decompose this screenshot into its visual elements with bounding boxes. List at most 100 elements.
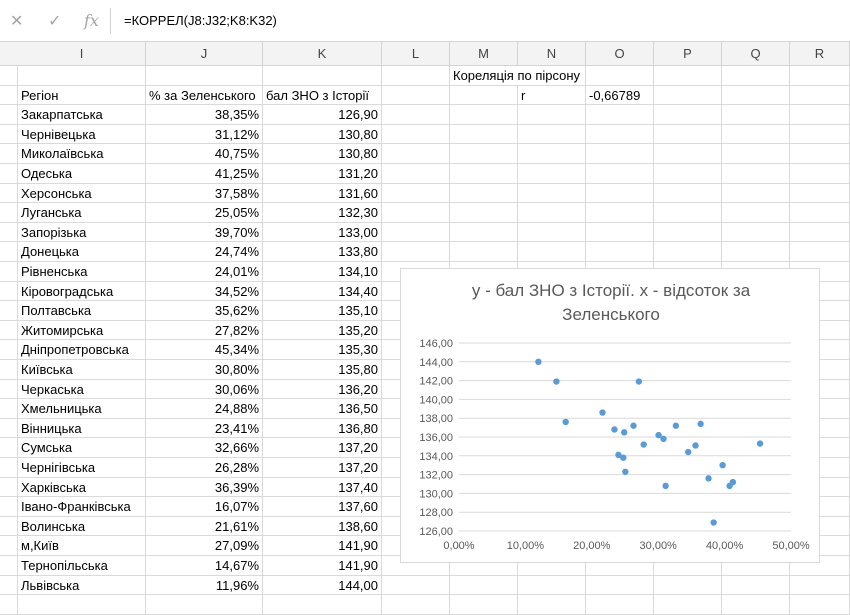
cell[interactable]: Чернігівська [18, 458, 146, 478]
cell[interactable]: 126,90 [263, 105, 382, 125]
cell[interactable]: 25,05% [146, 203, 263, 223]
cell[interactable] [382, 124, 450, 145]
cell[interactable] [0, 340, 18, 360]
cell[interactable]: 24,01% [146, 262, 263, 282]
cell[interactable]: 36,39% [146, 477, 263, 498]
cell[interactable] [0, 477, 18, 498]
cell[interactable]: Луганська [18, 203, 146, 223]
cell[interactable] [0, 516, 18, 537]
cell[interactable] [518, 595, 586, 615]
cell[interactable] [586, 203, 654, 223]
cell[interactable] [0, 242, 18, 262]
cell[interactable] [586, 144, 654, 164]
cell[interactable]: Запорізька [18, 222, 146, 243]
cell[interactable] [722, 595, 790, 615]
column-header-n[interactable]: N [518, 42, 586, 65]
cell[interactable] [382, 183, 450, 204]
cell[interactable] [518, 124, 586, 145]
cell[interactable] [586, 124, 654, 145]
cell[interactable]: 30,06% [146, 379, 263, 400]
cell[interactable]: 45,34% [146, 340, 263, 360]
cell[interactable]: 27,82% [146, 320, 263, 341]
cell[interactable]: 137,40 [263, 477, 382, 498]
cell[interactable] [586, 242, 654, 262]
cell[interactable] [450, 85, 518, 106]
cell[interactable] [0, 556, 18, 576]
cell[interactable] [0, 144, 18, 164]
cell[interactable] [586, 575, 654, 596]
cell[interactable]: 136,80 [263, 418, 382, 439]
cell[interactable] [0, 418, 18, 439]
cell[interactable] [722, 85, 790, 106]
cell[interactable]: Одеська [18, 164, 146, 184]
cell[interactable] [0, 85, 18, 106]
cell[interactable] [450, 105, 518, 125]
cell[interactable]: Дніпропетровська [18, 340, 146, 360]
cell[interactable] [0, 183, 18, 204]
cell[interactable] [382, 242, 450, 262]
cell[interactable] [654, 575, 722, 596]
cell[interactable]: 135,20 [263, 320, 382, 341]
cell[interactable]: Рівненська [18, 262, 146, 282]
cell[interactable] [722, 164, 790, 184]
cell[interactable] [382, 203, 450, 223]
cell[interactable] [654, 164, 722, 184]
cell[interactable] [518, 183, 586, 204]
column-header-p[interactable]: P [654, 42, 722, 65]
cell[interactable] [0, 301, 18, 321]
cell[interactable] [0, 497, 18, 517]
cell[interactable] [586, 222, 654, 243]
cell[interactable] [146, 66, 263, 86]
cell[interactable] [518, 203, 586, 223]
cell[interactable] [722, 242, 790, 262]
cell[interactable] [0, 575, 18, 596]
cell[interactable] [0, 124, 18, 145]
cell[interactable] [654, 203, 722, 223]
cell[interactable] [790, 242, 850, 262]
cell[interactable]: 24,74% [146, 242, 263, 262]
cell[interactable]: 23,41% [146, 418, 263, 439]
cell[interactable] [518, 144, 586, 164]
cell[interactable]: 135,30 [263, 340, 382, 360]
cell[interactable]: 21,61% [146, 516, 263, 537]
cell[interactable]: 40,75% [146, 144, 263, 164]
column-header-r[interactable]: R [790, 42, 850, 65]
correlation-label[interactable]: r [518, 85, 586, 106]
cell[interactable] [0, 105, 18, 125]
cell[interactable]: 133,00 [263, 222, 382, 243]
cell[interactable] [0, 203, 18, 223]
column-header-l[interactable]: L [382, 42, 450, 65]
cell[interactable]: 35,62% [146, 301, 263, 321]
cell[interactable] [263, 595, 382, 615]
cell[interactable] [0, 438, 18, 458]
cancel-icon[interactable]: ✕ [10, 12, 23, 30]
cell[interactable] [654, 66, 722, 86]
cell[interactable] [790, 164, 850, 184]
cell[interactable]: Івано-Франківська [18, 497, 146, 517]
cell[interactable] [518, 105, 586, 125]
cell[interactable] [382, 222, 450, 243]
cell[interactable]: 136,20 [263, 379, 382, 400]
cell[interactable] [790, 575, 850, 596]
function-icon[interactable]: fx [84, 12, 99, 30]
cell[interactable] [654, 124, 722, 145]
cell[interactable] [790, 595, 850, 615]
cell[interactable] [450, 183, 518, 204]
cell[interactable] [586, 66, 654, 86]
cell[interactable] [586, 183, 654, 204]
cell[interactable]: Київська [18, 360, 146, 380]
cell[interactable]: 26,28% [146, 458, 263, 478]
cell[interactable] [0, 458, 18, 478]
cell[interactable] [722, 105, 790, 125]
cell[interactable]: Сумська [18, 438, 146, 458]
cell[interactable]: Херсонська [18, 183, 146, 204]
cell[interactable] [382, 144, 450, 164]
cell[interactable]: 132,30 [263, 203, 382, 223]
cell[interactable]: 38,35% [146, 105, 263, 125]
column-header-j[interactable]: J [146, 42, 263, 65]
cell[interactable] [382, 595, 450, 615]
cell[interactable] [18, 595, 146, 615]
cell[interactable]: 31,12% [146, 124, 263, 145]
cell[interactable] [450, 242, 518, 262]
cell[interactable]: 16,07% [146, 497, 263, 517]
